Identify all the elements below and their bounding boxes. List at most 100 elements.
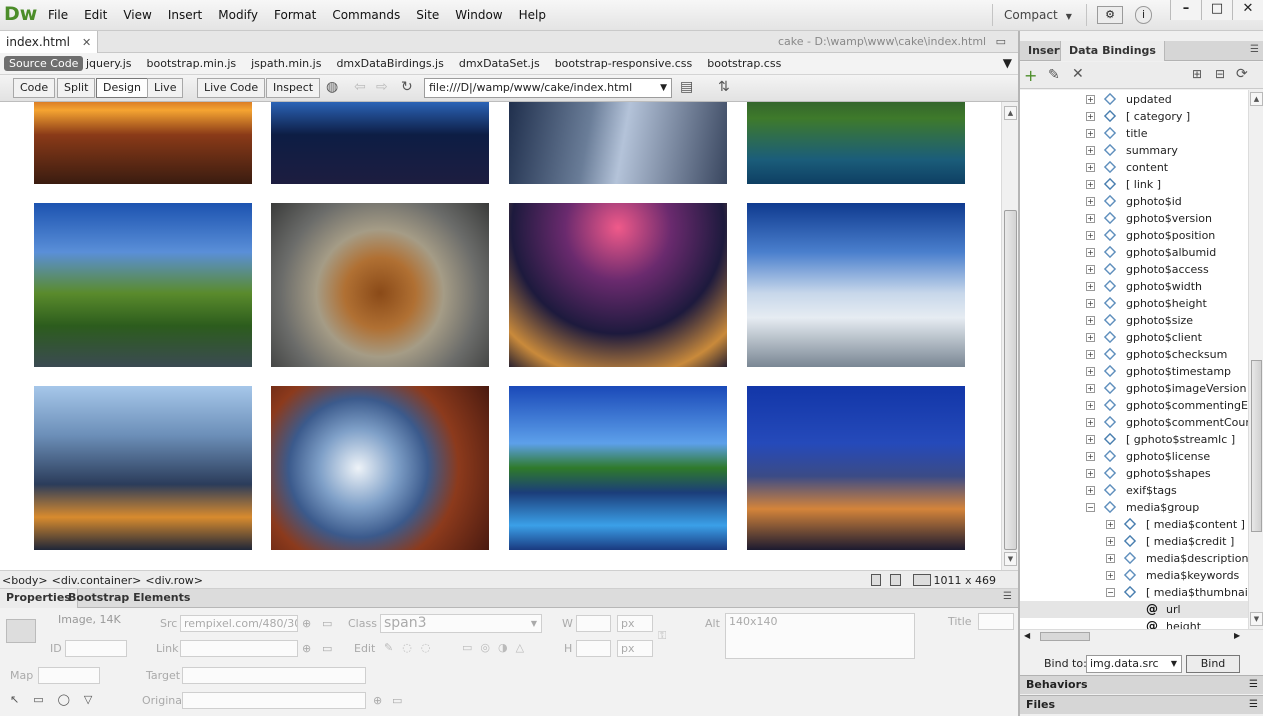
expand-icon[interactable]: +	[1086, 248, 1095, 257]
tree-item[interactable]: + gphoto$version	[1020, 210, 1248, 227]
photo-lake-reflection[interactable]	[509, 386, 727, 550]
edit-binding-icon[interactable]: ✎	[1048, 67, 1060, 83]
map-field[interactable]	[38, 667, 100, 684]
tree-item[interactable]: + gphoto$position	[1020, 227, 1248, 244]
related-file[interactable]: jquery.js	[86, 57, 132, 70]
link-field[interactable]	[180, 640, 298, 657]
expand-icon[interactable]: +	[1086, 129, 1095, 138]
expand-icon[interactable]: +	[1086, 316, 1095, 325]
browse-folder-icon[interactable]: ▭	[392, 694, 402, 707]
original-field[interactable]	[182, 692, 366, 709]
tree-item[interactable]: + summary	[1020, 142, 1248, 159]
menu-window[interactable]: Window	[447, 0, 510, 31]
expand-icon[interactable]: +	[1086, 197, 1095, 206]
remove-binding-icon[interactable]: ✕	[1072, 66, 1084, 82]
browse-folder-icon[interactable]: ▭	[322, 617, 332, 630]
collapse-icon[interactable]: −	[1086, 503, 1095, 512]
point-to-file-icon[interactable]: ⊕	[373, 694, 382, 707]
bind-to-select[interactable]: img.data.src ▼	[1086, 655, 1182, 673]
tree-item[interactable]: @ height	[1020, 618, 1248, 629]
tablet-size-icon[interactable]	[890, 574, 901, 586]
tab-bootstrap-elements[interactable]: Bootstrap Elements	[62, 589, 196, 608]
tree-item[interactable]: + updated	[1020, 91, 1248, 108]
expand-icon[interactable]: +	[1106, 537, 1115, 546]
class-select[interactable]: span3 ▼	[380, 614, 542, 633]
related-file[interactable]: bootstrap.min.js	[147, 57, 237, 70]
tree-item[interactable]: + gphoto$license	[1020, 448, 1248, 465]
tab-data-bindings[interactable]: Data Bindings	[1060, 41, 1165, 61]
tree-horizontal-scrollbar[interactable]: ◀ ▶	[1020, 629, 1263, 643]
extension-manager-icon[interactable]: ⚙	[1097, 6, 1123, 24]
tree-item[interactable]: + gphoto$commentingEnab	[1020, 397, 1248, 414]
photo-corn-stalks[interactable]	[271, 386, 489, 550]
expand-icon[interactable]: +	[1086, 435, 1095, 444]
expand-icon[interactable]: +	[1086, 418, 1095, 427]
scrollbar-thumb[interactable]	[1004, 210, 1017, 550]
alt-field[interactable]: 140x140	[725, 613, 915, 659]
tree-item[interactable]: + [ media$credit ]	[1020, 533, 1248, 550]
tree-scrollbar[interactable]: ▲ ▼	[1248, 90, 1263, 629]
expand-icon[interactable]: +	[1086, 367, 1095, 376]
refresh-icon[interactable]: ⟳	[1236, 66, 1248, 82]
scroll-up-icon[interactable]: ▲	[1250, 92, 1263, 106]
tree-item[interactable]: + title	[1020, 125, 1248, 142]
expand-icon[interactable]: +	[1086, 333, 1095, 342]
browse-folder-icon[interactable]: ▭	[322, 642, 332, 655]
tree-item[interactable]: − [ media$thumbnail ]	[1020, 584, 1248, 601]
workspace-switcher[interactable]: Compact ▼	[1004, 8, 1072, 22]
bindings-tree[interactable]: + updated + [ category ] + title + summary + cont…	[1020, 90, 1248, 629]
help-info-icon[interactable]: i	[1135, 6, 1152, 24]
point-to-file-icon[interactable]: ⊕	[302, 617, 311, 630]
tree-item[interactable]: − media$group	[1020, 499, 1248, 516]
expand-icon[interactable]: +	[1086, 469, 1095, 478]
hotspot-tools-icons[interactable]: ↖▭◯▽	[10, 693, 106, 706]
maximize-icon[interactable]: □	[1201, 0, 1232, 20]
expand-icon[interactable]: +	[1086, 299, 1095, 308]
behaviors-panel-header[interactable]: Behaviors ☰	[1020, 675, 1263, 694]
split-view-button[interactable]: Split	[57, 78, 96, 98]
photo-glass-towers[interactable]	[509, 102, 727, 184]
expand-all-icon[interactable]: ⊞	[1192, 67, 1202, 81]
tree-item[interactable]: + gphoto$checksum	[1020, 346, 1248, 363]
tree-item[interactable]: + [ media$content ]	[1020, 516, 1248, 533]
width-field[interactable]	[576, 615, 611, 632]
chevron-down-icon[interactable]: ▼	[660, 79, 667, 97]
expand-icon[interactable]: +	[1086, 265, 1095, 274]
tag-div-row[interactable]: <div.row>	[145, 574, 203, 587]
related-file[interactable]: bootstrap.css	[707, 57, 781, 70]
expand-icon[interactable]: +	[1086, 180, 1095, 189]
related-file[interactable]: dmxDataBirdings.js	[336, 57, 443, 70]
design-scrollbar[interactable]: ▲ ▼	[1001, 102, 1018, 570]
height-field[interactable]	[576, 640, 611, 657]
expand-icon[interactable]: +	[1106, 520, 1115, 529]
back-icon[interactable]: ⇦	[354, 79, 366, 95]
code-view-button[interactable]: Code	[13, 78, 56, 98]
expand-icon[interactable]: +	[1086, 146, 1095, 155]
collapse-all-icon[interactable]: ⊟	[1215, 67, 1225, 81]
tree-item[interactable]: + gphoto$access	[1020, 261, 1248, 278]
live-view-button[interactable]: Live	[147, 78, 184, 98]
scroll-down-icon[interactable]: ▼	[1250, 612, 1263, 626]
panel-menu-icon[interactable]: ☰	[1250, 44, 1259, 55]
tree-item[interactable]: @ url	[1020, 601, 1248, 618]
menu-insert[interactable]: Insert	[160, 0, 210, 31]
menu-file[interactable]: File	[40, 0, 76, 31]
tag-body[interactable]: <body>	[2, 574, 48, 587]
photo-snowy-mountains[interactable]	[747, 203, 965, 367]
design-view[interactable]	[0, 102, 1001, 570]
width-unit-select[interactable]: px	[617, 615, 653, 632]
photo-curved-towers-night[interactable]	[509, 203, 727, 367]
tree-item[interactable]: + exif$tags	[1020, 482, 1248, 499]
tree-item[interactable]: + gphoto$client	[1020, 329, 1248, 346]
window-size[interactable]: 1011 x 469	[934, 574, 997, 587]
tree-item[interactable]: + gphoto$timestamp	[1020, 363, 1248, 380]
scroll-left-icon[interactable]: ◀	[1024, 631, 1030, 640]
inspect-button[interactable]: Inspect	[266, 78, 321, 98]
tree-item[interactable]: + gphoto$id	[1020, 193, 1248, 210]
menu-view[interactable]: View	[115, 0, 159, 31]
tree-item[interactable]: + gphoto$commentCount	[1020, 414, 1248, 431]
expand-icon[interactable]: +	[1086, 452, 1095, 461]
src-field[interactable]: rempixel.com/480/300/	[180, 615, 298, 632]
desktop-size-icon[interactable]	[913, 574, 931, 586]
height-unit-select[interactable]: px	[617, 640, 653, 657]
